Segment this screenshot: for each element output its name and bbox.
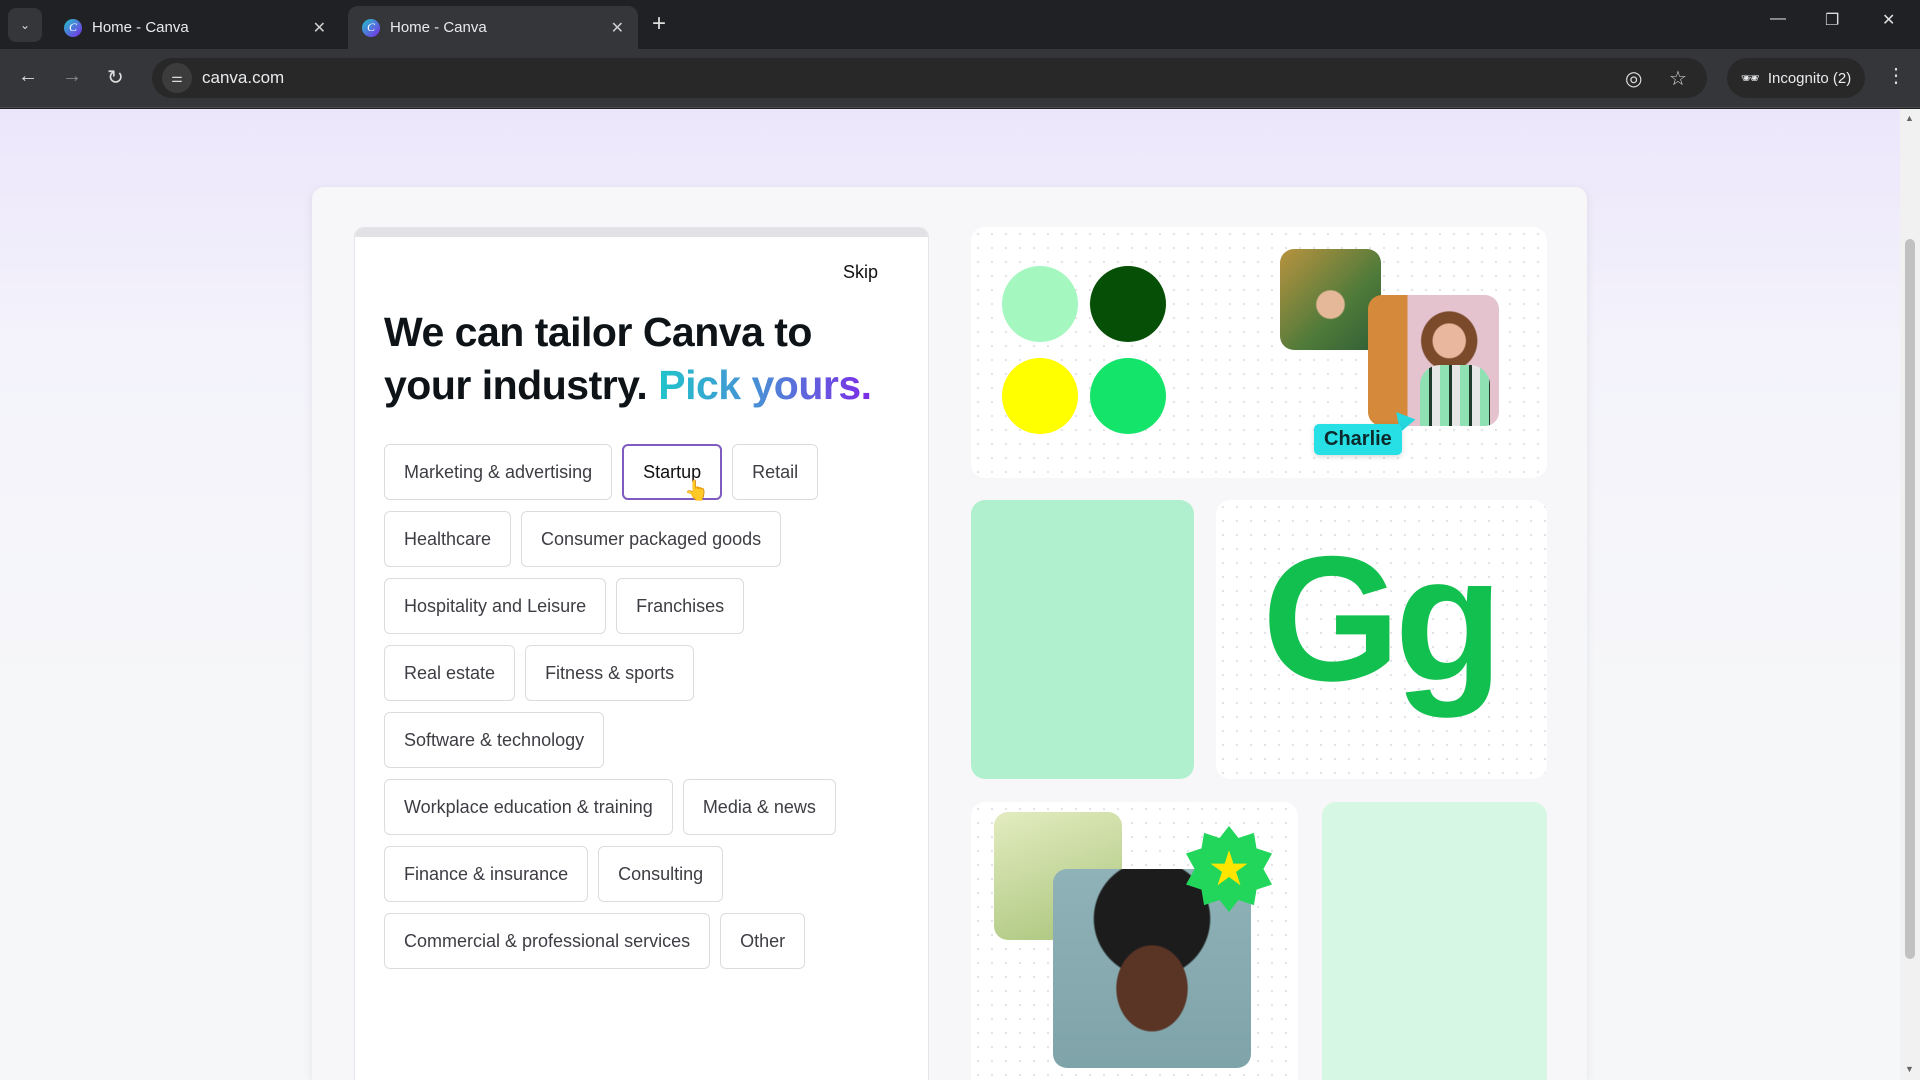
canva-favicon-icon: C xyxy=(362,18,380,37)
close-tab-icon[interactable]: ✕ xyxy=(611,18,624,38)
url-text: canva.com xyxy=(202,68,285,87)
incognito-label: Incognito (2) xyxy=(1767,69,1852,87)
reload-icon[interactable]: ↻ xyxy=(107,65,124,90)
close-window-icon[interactable]: ✕ xyxy=(1882,10,1895,30)
restore-icon[interactable]: ❐ xyxy=(1825,10,1839,30)
shirt-detail xyxy=(1420,365,1490,426)
tab-search-icon[interactable]: ⌄ xyxy=(8,8,42,42)
tab-active[interactable]: C Home - Canva ✕ xyxy=(348,6,638,49)
star-icon[interactable]: ☆ xyxy=(1669,66,1687,91)
scrollbar-thumb[interactable] xyxy=(1905,239,1915,959)
mint-color-block xyxy=(1322,802,1547,1080)
address-bar[interactable]: ⚌ canva.com ◎ ☆ xyxy=(152,58,1707,98)
pointer-cursor-icon: 👆 xyxy=(684,480,709,502)
forward-icon[interactable]: → xyxy=(62,65,82,88)
close-tab-icon[interactable]: ✕ xyxy=(313,18,326,38)
scroll-up-icon[interactable]: ▲ xyxy=(1905,113,1914,123)
incognito-icon: 🕶 xyxy=(1740,70,1760,87)
site-settings-icon[interactable]: ⚌ xyxy=(162,63,192,93)
incognito-button[interactable]: 🕶 Incognito (2) xyxy=(1727,58,1865,98)
palette-swatch xyxy=(1090,266,1166,342)
canva-favicon-icon: C xyxy=(64,18,82,37)
page-content: Skip We can tailor Canva to your industr… xyxy=(0,109,1900,1080)
page-scrollbar[interactable]: ▲ ▼ xyxy=(1900,109,1920,1080)
back-icon[interactable]: ← xyxy=(18,65,38,88)
palette-swatch xyxy=(1090,358,1166,434)
font-sample: Gg xyxy=(1262,519,1503,718)
palette-swatch xyxy=(1002,358,1078,434)
browser-toolbar: ← → ↻ ⚌ canva.com ◎ ☆ 🕶 Incognito (2) ⋮ xyxy=(0,49,1920,108)
new-tab-icon[interactable]: + xyxy=(652,10,666,38)
scroll-down-icon[interactable]: ▼ xyxy=(1905,1064,1914,1074)
tab-title: Home - Canva xyxy=(390,19,487,36)
tab-strip: ⌄ C Home - Canva ✕ C Home - Canva ✕ + — … xyxy=(0,0,1920,49)
mint-color-block xyxy=(971,500,1194,779)
eye-off-icon[interactable]: ◎ xyxy=(1625,66,1642,91)
person-photo xyxy=(1368,295,1499,426)
tab-inactive[interactable]: C Home - Canva ✕ xyxy=(50,6,340,49)
tab-title: Home - Canva xyxy=(92,19,189,36)
preview-area: Charlie Gg ★ xyxy=(0,109,1900,1080)
minimize-icon[interactable]: — xyxy=(1770,10,1786,28)
kebab-menu-icon[interactable]: ⋮ xyxy=(1886,63,1906,88)
collaborator-label: Charlie xyxy=(1314,424,1402,455)
palette-swatch xyxy=(1002,266,1078,342)
hand-photo xyxy=(1280,249,1381,350)
